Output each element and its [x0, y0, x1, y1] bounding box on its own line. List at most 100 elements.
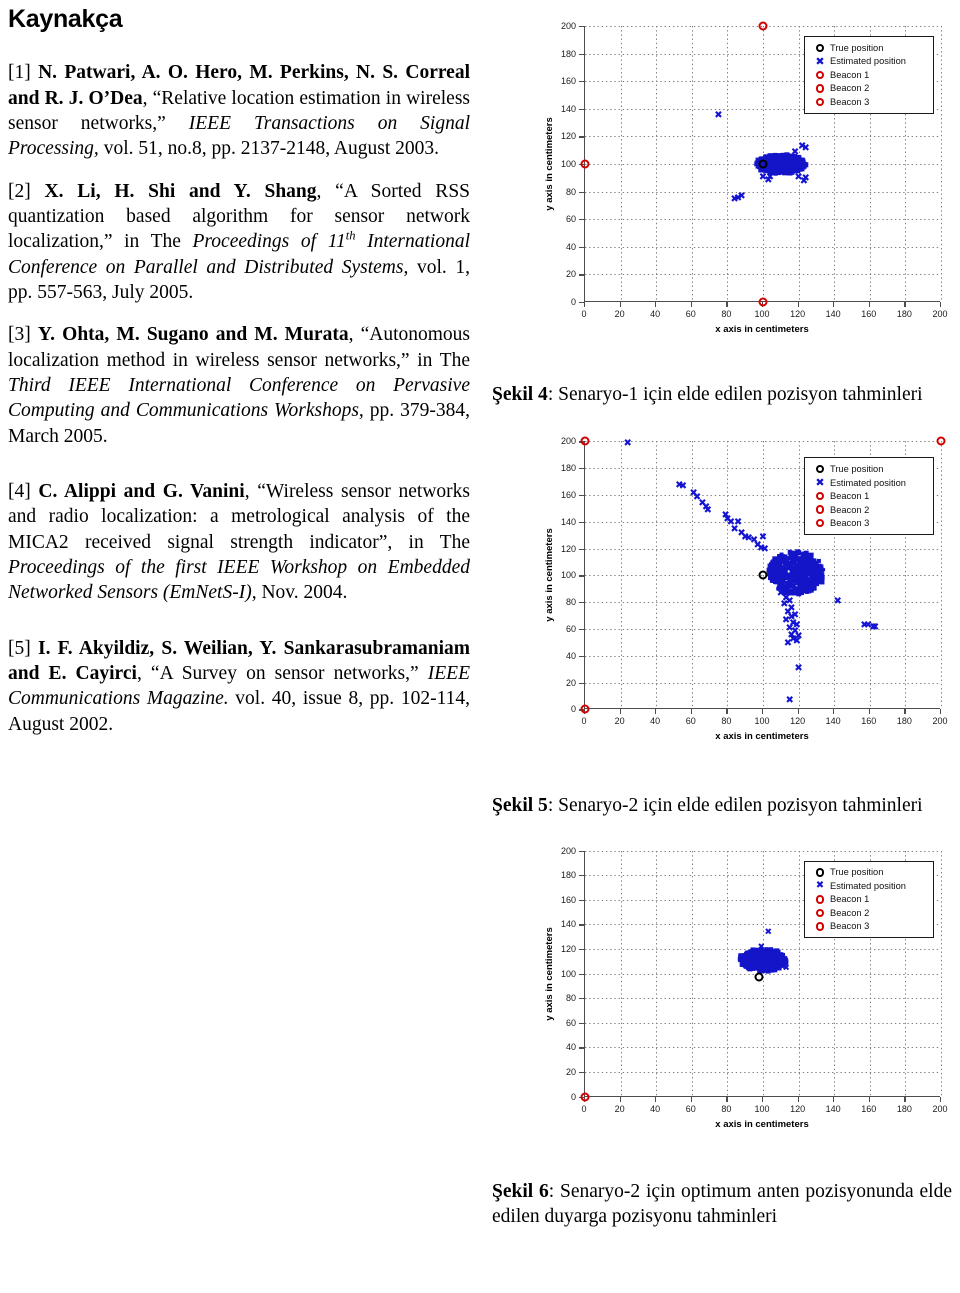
estimated-position-marker: [756, 966, 760, 971]
estimated-position-marker: [804, 561, 810, 566]
estimated-position-marker: [768, 572, 774, 577]
estimated-position-marker: [758, 959, 763, 964]
estimated-position-marker: [809, 554, 814, 559]
estimated-position-marker: [774, 952, 780, 958]
estimated-position-marker: [745, 951, 750, 956]
estimated-position-marker: [783, 570, 787, 574]
estimated-position-marker: [750, 954, 755, 959]
estimated-position-marker: [786, 574, 792, 580]
estimated-position-marker: [779, 557, 783, 562]
estimated-position-marker: [794, 160, 800, 165]
estimated-position-marker: [761, 959, 767, 965]
estimated-position-marker: [745, 962, 751, 968]
estimated-position-marker: [769, 953, 775, 959]
estimated-position-marker: ✖: [870, 621, 880, 633]
estimated-position-marker: [766, 959, 772, 965]
estimated-position-marker: [761, 956, 766, 962]
estimated-position-marker: [771, 950, 778, 957]
estimated-position-marker: [782, 157, 788, 163]
axis-tick-label-x: 160: [861, 1103, 877, 1114]
axis-tick-x: [619, 709, 621, 715]
estimated-position-marker: ✖: [757, 542, 766, 554]
estimated-position-marker: [804, 577, 809, 582]
estimated-position-marker: [794, 162, 801, 168]
estimated-position-marker: [814, 575, 819, 581]
axis-tick-label-x: 100: [754, 716, 770, 727]
estimated-position-marker: [751, 966, 756, 971]
estimated-position-marker: [789, 579, 794, 583]
estimated-position-marker: [749, 959, 756, 966]
estimated-position-marker: [774, 579, 781, 585]
legend-beacon-icon: [810, 908, 830, 918]
estimated-position-marker: [785, 560, 791, 565]
estimated-position-marker: [773, 161, 779, 167]
reference-text: , “A Survey on sensor networks,”: [136, 663, 428, 685]
estimated-position-marker: [803, 555, 809, 561]
estimated-position-marker: [777, 169, 782, 174]
estimated-position-marker: [803, 578, 810, 585]
axis-tick-x: [690, 1096, 692, 1102]
estimated-position-marker: [780, 556, 785, 562]
estimated-position-marker: ✖: [780, 585, 789, 597]
estimated-position-marker: [816, 563, 822, 569]
estimated-position-marker: [752, 957, 758, 963]
estimated-position-marker: [766, 962, 772, 968]
estimated-position-marker: ✖: [833, 596, 842, 608]
estimated-position-marker: [779, 157, 784, 162]
estimated-position-marker: [793, 156, 799, 161]
estimated-position-marker: [757, 949, 763, 956]
estimated-position-marker: [784, 156, 791, 162]
estimated-position-marker: [770, 959, 775, 964]
estimated-position-marker: [748, 962, 755, 968]
estimated-position-marker: [788, 553, 794, 559]
estimated-position-marker: [783, 958, 788, 962]
estimated-position-marker: [772, 953, 778, 960]
estimated-position-marker: [755, 953, 761, 960]
estimated-position-marker: [798, 562, 805, 568]
estimated-position-marker: [802, 578, 807, 583]
estimated-position-marker: [776, 961, 781, 966]
estimated-position-marker: ✖: [758, 531, 768, 543]
estimated-position-marker: ✖: [794, 630, 803, 642]
axis-tick-label-x: 40: [650, 309, 661, 319]
estimated-position-marker: [740, 953, 746, 959]
axis-tick-label-x: 200: [932, 1103, 948, 1114]
estimated-position-marker: [746, 953, 751, 957]
axis-tick-label-x: 120: [790, 716, 806, 727]
gridline-horizontal: [585, 136, 940, 138]
estimated-position-marker: ✖: [783, 637, 793, 649]
estimated-position-marker: [802, 554, 808, 560]
estimated-position-marker: [807, 578, 812, 583]
estimated-position-marker: [774, 963, 780, 969]
axis-tick-x: [940, 302, 942, 307]
estimated-position-marker: [771, 564, 775, 569]
estimated-position-marker: [781, 589, 786, 594]
beacon-marker: [936, 436, 946, 446]
estimated-position-marker: [802, 586, 808, 592]
axis-tick-y: [579, 108, 584, 110]
plot-legend: True position ✖ Estimated position Beacon 1…: [804, 860, 934, 939]
estimated-position-marker: [739, 956, 744, 961]
estimated-position-marker: [740, 953, 744, 957]
estimated-position-marker: [772, 155, 778, 160]
estimated-position-marker: [784, 575, 789, 580]
estimated-position-marker: [775, 153, 780, 159]
estimated-position-marker: [793, 552, 798, 557]
estimated-position-marker: [773, 963, 778, 968]
bibliography-column: Kaynakça [1] N. Patwari, A. O. Hero, M. …: [0, 0, 482, 1293]
estimated-position-marker: [774, 570, 781, 577]
estimated-position-marker: [767, 563, 773, 569]
estimated-position-marker: [787, 578, 793, 584]
estimated-position-marker: [799, 162, 804, 167]
estimated-position-marker: [787, 159, 793, 164]
estimated-position-marker: [785, 582, 791, 588]
estimated-position-marker: [787, 158, 793, 164]
estimated-position-marker: [773, 956, 778, 962]
axis-tick-label-x: 80: [721, 716, 732, 727]
estimated-position-marker: [778, 961, 784, 967]
estimated-position-marker: [750, 962, 754, 966]
estimated-position-marker: [769, 153, 775, 159]
estimated-position-marker: [755, 961, 761, 967]
estimated-position-marker: [800, 561, 806, 567]
document-page: Kaynakça [1] N. Patwari, A. O. Hero, M. …: [0, 0, 960, 1293]
